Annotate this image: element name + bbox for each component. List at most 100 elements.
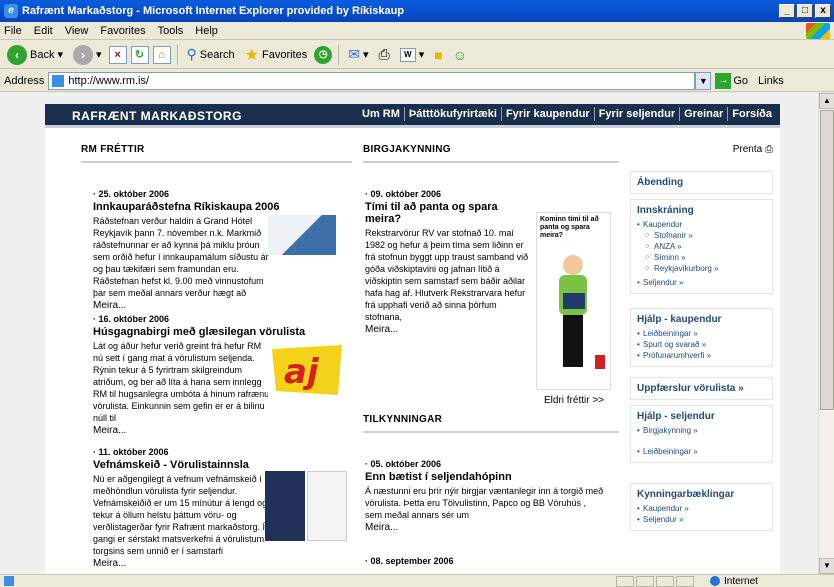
news-title[interactable]: Innkauparáðstefna Ríkiskaupa 2006 — [93, 201, 363, 213]
folder-button[interactable]: ■ — [431, 45, 445, 65]
news-body: Lát og áður hefur verið greint frá hefur… — [93, 341, 270, 423]
menu-tools[interactable]: Tools — [158, 25, 184, 37]
search-label: Search — [199, 48, 235, 61]
login-reykjavikurborg[interactable]: Reykjavíkurborg » — [637, 263, 766, 274]
messenger-button[interactable]: ☺ — [450, 45, 470, 65]
minimize-button[interactable]: _ — [779, 4, 795, 18]
menu-file[interactable]: File — [4, 25, 22, 37]
refresh-icon[interactable]: ↻ — [130, 45, 149, 64]
news-more-link[interactable]: Meira... — [93, 425, 363, 436]
hjalp-selj-leidbeiningar-link[interactable]: Leiðbeiningar » — [637, 446, 766, 457]
birgja-more-link[interactable]: Meira... — [365, 324, 535, 335]
login-stofnanir[interactable]: Stofnanir » — [637, 230, 766, 241]
news-title[interactable]: Vefnámskeið - Vörulistainnsla — [93, 459, 363, 471]
windows-logo-icon — [806, 23, 830, 39]
kynning-box: Kynningarbæklingar Kaupendur » Seljendur… — [630, 483, 773, 531]
address-input[interactable]: http://www.rm.is/ — [48, 71, 696, 90]
kynning-seljendur-link[interactable]: Seljendur » — [637, 514, 766, 525]
uppfaersla-link[interactable]: Uppfærslur vörulista » — [637, 383, 766, 394]
status-cell — [656, 575, 674, 587]
tilkynning-body: Á næstunni eru þrír nýir birgjar væntanl… — [365, 486, 604, 520]
abending-link[interactable]: Ábending — [637, 177, 766, 188]
chevron-down-icon[interactable]: ▾ — [57, 48, 63, 61]
nav-fyrir-kaupendur[interactable]: Fyrir kaupendur — [500, 107, 594, 121]
forward-button[interactable]: › ▾ — [70, 43, 105, 67]
innskraning-box: Innskráning Kaupendur Stofnanir » ANZA »… — [630, 199, 773, 294]
login-siminn[interactable]: Síminn » — [637, 252, 766, 263]
hjalp-leidbeiningar-link[interactable]: Leiðbeiningar » — [637, 328, 766, 339]
tilkynning-more-link[interactable]: Meira... — [365, 522, 615, 533]
news-more-link[interactable]: Meira... — [93, 300, 363, 311]
history-icon[interactable]: ◷ — [314, 45, 333, 64]
menu-view[interactable]: View — [65, 25, 89, 37]
edit-icon: W — [399, 47, 416, 62]
hjalp-profun-link[interactable]: Prófunarumhverfi » — [637, 350, 766, 361]
mail-button[interactable]: ✉ ▾ — [345, 44, 371, 65]
uppfaersla-box: Uppfærslur vörulista » — [630, 377, 773, 400]
news-date: · 16. október 2006 — [93, 314, 170, 324]
stop-icon[interactable]: × — [108, 45, 127, 64]
older-news-link[interactable]: Eldri fréttir >> — [544, 395, 604, 406]
news-column: RM FRÉTTIR — [81, 144, 352, 163]
tilkynning-title[interactable]: Enn bætist í seljendahópinn — [365, 471, 615, 483]
tilkynning-item: · 08. september 2006 — [365, 556, 615, 566]
go-button[interactable]: → Go — [715, 72, 748, 89]
status-bar: Internet — [0, 574, 834, 587]
print-button[interactable]: ⎙ — [376, 44, 393, 65]
maximize-button[interactable]: □ — [797, 4, 813, 18]
news-date: · 25. október 2006 — [93, 189, 170, 199]
edit-button[interactable]: W ▾ — [397, 46, 428, 64]
rekstrarvorur-ad[interactable]: Kominn tími til að panta og spara meira? — [536, 212, 611, 390]
go-arrow-icon: → — [715, 72, 732, 89]
print-link[interactable]: Prenta ⎙ — [630, 144, 773, 155]
scroll-down-icon[interactable]: ▼ — [819, 558, 834, 574]
login-kaupendur[interactable]: Kaupendur — [637, 219, 766, 230]
menu-favorites[interactable]: Favorites — [100, 25, 145, 37]
scroll-up-icon[interactable]: ▲ — [819, 93, 834, 109]
kynning-kaupendur-link[interactable]: Kaupendur » — [637, 503, 766, 514]
nav-thatttokufyrirtaeki[interactable]: Þátttökufyrirtæki — [403, 107, 501, 121]
menu-help[interactable]: Help — [195, 25, 218, 37]
news-heading: RM FRÉTTIR — [81, 144, 352, 163]
news-date: · 11. október 2006 — [93, 447, 169, 457]
status-cells — [616, 575, 694, 587]
printer-icon: ⎙ — [378, 46, 390, 62]
hjalp-spurt-link[interactable]: Spurt og svarað » — [637, 339, 766, 350]
hjalp-birgjakynning-link[interactable]: Birgjakynning » — [637, 425, 766, 436]
birgja-body: Rekstrarvörur RV var stofnað 10. maí 198… — [365, 228, 529, 322]
address-dropdown-icon[interactable]: ▼ — [695, 71, 712, 90]
browser-viewport: RAFRÆNT MARKAÐSTORG Um RM Þátttökufyrirt… — [0, 93, 818, 574]
links-button[interactable]: Links — [758, 75, 784, 87]
nav-fyrir-seljendur[interactable]: Fyrir seljendur — [593, 107, 679, 121]
close-button[interactable]: x — [815, 4, 831, 18]
vertical-scrollbar[interactable]: ▲ ▼ — [818, 93, 834, 574]
search-button[interactable]: ⚲ Search — [184, 44, 238, 65]
svg-text:aj: aj — [284, 352, 320, 392]
back-label: Back — [30, 48, 55, 61]
news-title[interactable]: Húsgagnabirgi með glæsilegan vörulista — [93, 326, 363, 338]
menu-bar: File Edit View Favorites Tools Help — [0, 22, 834, 40]
messenger-icon: ☺ — [452, 46, 468, 63]
hjalp-seljendur-box: Hjálp - seljendur Birgjakynning » Leiðbe… — [630, 405, 773, 463]
back-button[interactable]: ‹ Back ▾ — [4, 43, 66, 67]
nav-um-rm[interactable]: Um RM — [358, 107, 404, 121]
star-icon: ★ — [244, 46, 259, 64]
chevron-down-icon: ▾ — [362, 49, 369, 61]
news-more-link[interactable]: Meira... — [93, 558, 363, 569]
birgja-title[interactable]: Tími til að panta og spara meira? — [365, 201, 535, 225]
login-seljendur[interactable]: Seljendur » — [637, 277, 766, 288]
aj-logo: aj — [268, 341, 346, 399]
chevron-down-icon[interactable]: ▾ — [96, 48, 102, 61]
hjalp-kaupendur-heading: Hjálp - kaupendur — [637, 314, 722, 325]
menu-edit[interactable]: Edit — [34, 25, 53, 37]
birgja-heading: BIRGJAKYNNING — [363, 144, 619, 163]
address-bar: Address http://www.rm.is/ ▼ → Go Links — [0, 70, 834, 92]
nav-greinar[interactable]: Greinar — [679, 107, 727, 121]
login-anza[interactable]: ANZA » — [637, 241, 766, 252]
home-icon[interactable]: ⌂ — [152, 45, 171, 64]
nav-forsida[interactable]: Forsíða — [727, 107, 776, 121]
scroll-thumb[interactable] — [820, 110, 834, 410]
favorites-button[interactable]: ★ Favorites — [242, 43, 311, 67]
hjalp-kaupendur-box: Hjálp - kaupendur Leiðbeiningar » Spurt … — [630, 308, 773, 367]
chevron-down-icon: ▾ — [418, 49, 425, 61]
